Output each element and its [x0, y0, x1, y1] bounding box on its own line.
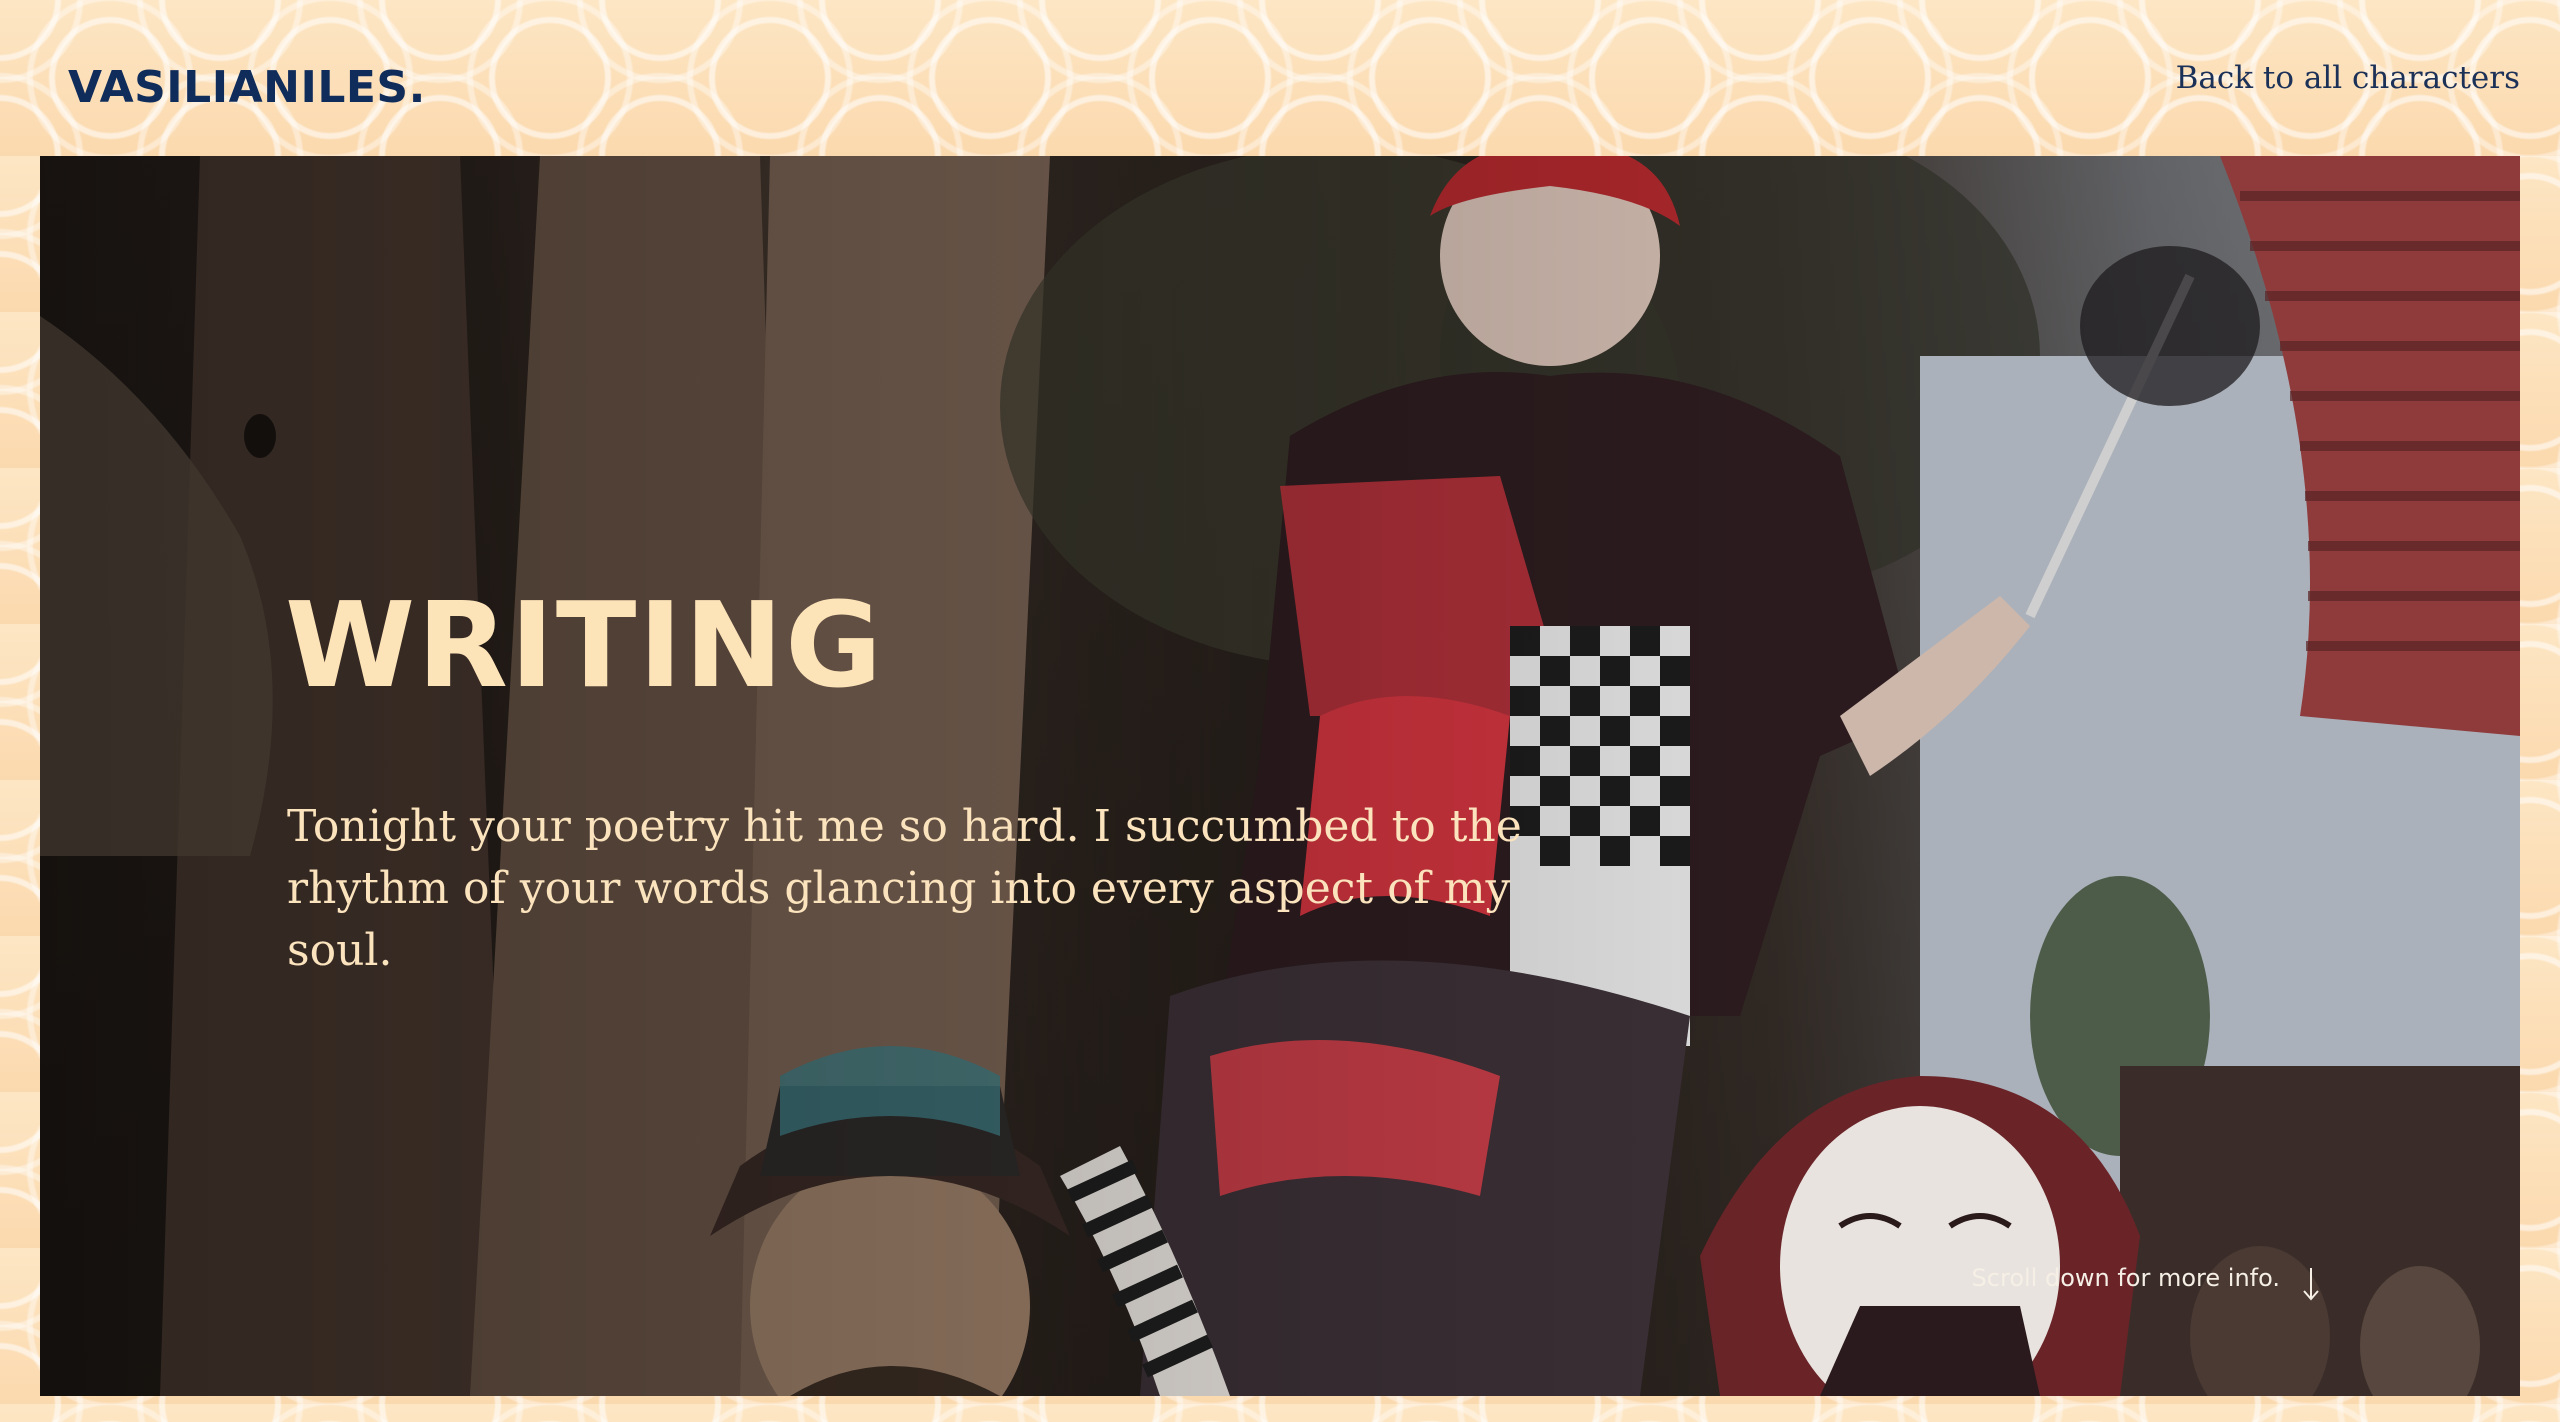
- hero-title: WRITING: [285, 576, 884, 714]
- back-to-characters-link[interactable]: Back to all characters: [2176, 60, 2520, 96]
- arrow-down-icon[interactable]: [2298, 1266, 2324, 1302]
- hero-overlay: [40, 156, 2520, 1396]
- site-header: VASILIANILES. Back to all characters: [0, 0, 2560, 156]
- site-logo[interactable]: VASILIANILES.: [68, 62, 426, 113]
- scroll-down-hint[interactable]: Scroll down for more info.: [1972, 1264, 2280, 1292]
- hero-quote: Tonight your poetry hit me so hard. I su…: [287, 801, 1522, 976]
- hero-section: WRITING Tonight your poetry hit me so ha…: [40, 156, 2520, 1396]
